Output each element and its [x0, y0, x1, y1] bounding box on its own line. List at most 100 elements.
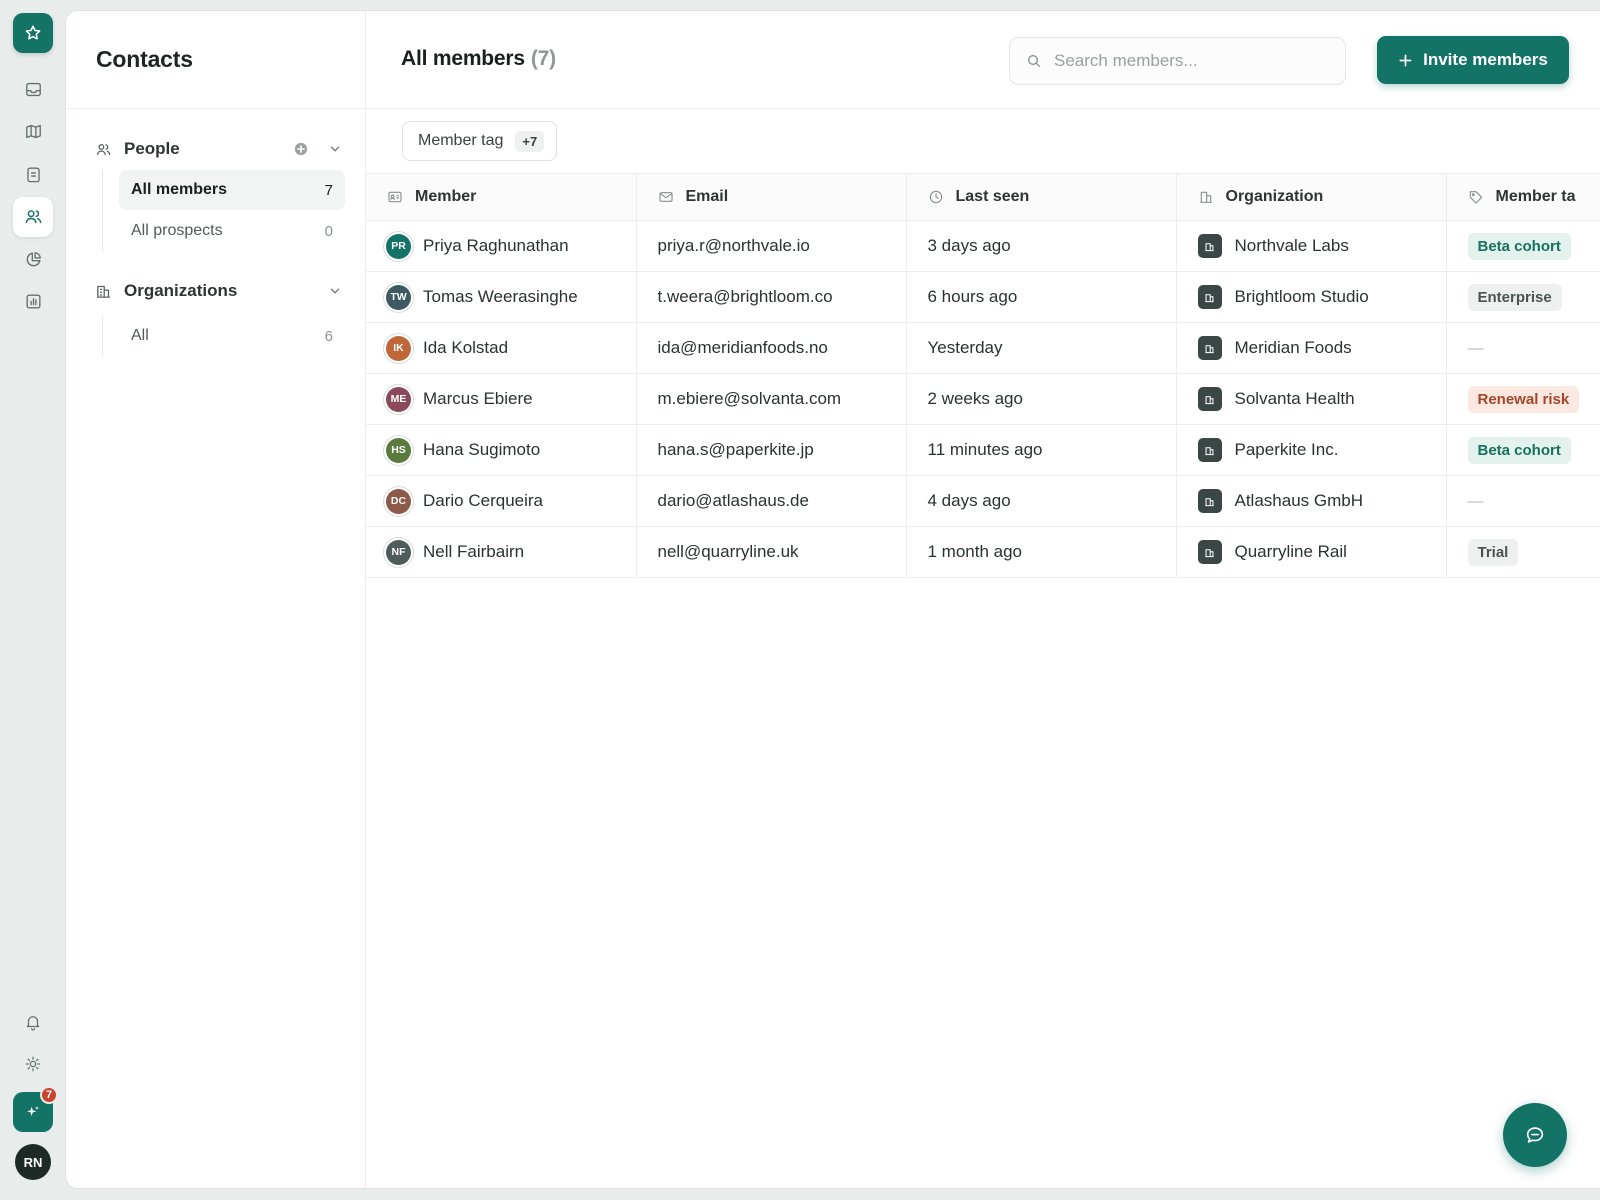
member-name: Nell Fairbairn [423, 542, 525, 561]
building-icon [1199, 191, 1212, 203]
member-tag-badge: Enterprise [1467, 283, 1562, 311]
search-input[interactable] [1054, 51, 1324, 71]
member-cell: HS Hana Sugimoto [366, 424, 637, 476]
building-icon [1197, 438, 1222, 462]
sidebar-item-label: All [131, 327, 149, 344]
organization-name: Paperkite Inc. [1234, 440, 1339, 459]
organizations-section: Organizations All 6 [66, 270, 365, 356]
member-avatar: DC [386, 488, 411, 514]
last-seen-cell: 1 month ago [906, 526, 1177, 578]
rail-reports-button[interactable] [13, 239, 53, 279]
column-header-member[interactable]: Member [366, 173, 637, 221]
member-tag-cell: Trial [1446, 526, 1600, 578]
table-row[interactable]: HS Hana Sugimoto hana.s@paperkite.jp 11 m… [366, 424, 1600, 476]
column-header-email[interactable]: Email [636, 173, 907, 221]
column-header-organization[interactable]: Organization [1176, 173, 1447, 221]
sidebar-item-all-members[interactable]: All members 7 [119, 170, 345, 210]
member-tag-badge: Beta cohort [1467, 232, 1571, 260]
main-card: Contacts People All members 7 All prospe… [66, 11, 1600, 1188]
star-icon [25, 25, 41, 40]
sidebar-item-all-prospects[interactable]: All prospects 0 [119, 211, 345, 251]
sidebar-title: Contacts [96, 46, 193, 72]
bell-icon [26, 1016, 40, 1031]
contacts-sidebar: Contacts People All members 7 All prospe… [66, 11, 366, 1188]
invite-members-button[interactable]: Invite members [1377, 36, 1569, 84]
email-cell: ida@meridianfoods.no [636, 322, 907, 374]
content-header: All members(7) Invite members [366, 11, 1600, 109]
notifications-button[interactable] [17, 1006, 49, 1038]
building-icon [94, 282, 112, 300]
table-row[interactable]: DC Dario Cerqueira dario@atlashaus.de 4 d… [366, 475, 1600, 527]
people-section-header[interactable]: People [94, 128, 345, 170]
add-view-button[interactable] [293, 141, 309, 157]
users-icon [25, 210, 41, 224]
table-header-row: Member Email Last seen Organization Memb… [366, 173, 1600, 221]
email-cell: m.ebiere@solvanta.com [636, 373, 907, 425]
column-header-member-tag[interactable]: Member ta [1446, 173, 1600, 221]
rail-map-button[interactable] [13, 112, 53, 152]
rail-inbox-button[interactable] [13, 69, 53, 109]
email-cell: nell@quarryline.uk [636, 526, 907, 578]
organizations-collapse-button[interactable] [327, 283, 343, 299]
member-name: Dario Cerqueira [423, 491, 543, 510]
member-tag-cell: Beta cohort [1446, 220, 1600, 272]
sidebar-item-count: 7 [324, 181, 333, 199]
pie-chart-icon [26, 251, 41, 266]
organization-name: Meridian Foods [1234, 338, 1352, 357]
member-cell: NF Nell Fairbairn [366, 526, 637, 578]
people-collapse-button[interactable] [327, 141, 343, 157]
building-icon [1197, 489, 1222, 513]
chat-button[interactable] [1503, 1103, 1567, 1167]
last-seen-cell: 4 days ago [906, 475, 1177, 527]
member-tag-badge: — [1467, 493, 1484, 510]
ai-assistant-button[interactable]: 7 [13, 1086, 58, 1132]
organization-name: Brightloom Studio [1234, 287, 1369, 306]
notification-badge: 7 [40, 1086, 58, 1104]
sidebar-item-all-organizations[interactable]: All 6 [119, 316, 345, 356]
column-header-label: Last seen [955, 188, 1030, 205]
members-table-body: PR Priya Raghunathan priya.r@northvale.io… [366, 220, 1600, 578]
building-icon [1197, 540, 1222, 564]
organization-cell: Solvanta Health [1176, 373, 1447, 425]
sidebar-item-count: 0 [324, 222, 333, 240]
members-table: Member Email Last seen Organization Memb… [366, 173, 1600, 578]
user-avatar[interactable]: RN [15, 1144, 51, 1180]
rail-analytics-button[interactable] [13, 282, 53, 322]
member-name: Priya Raghunathan [423, 236, 569, 255]
table-row[interactable]: ME Marcus Ebiere m.ebiere@solvanta.com 2 … [366, 373, 1600, 425]
last-seen-cell: 3 days ago [906, 220, 1177, 272]
organization-cell: Northvale Labs [1176, 220, 1447, 272]
inbox-icon [25, 82, 41, 96]
organizations-section-header[interactable]: Organizations [94, 270, 345, 312]
member-tag-badge: — [1467, 340, 1484, 357]
plus-circle-icon [294, 142, 308, 156]
theme-button[interactable] [17, 1048, 49, 1080]
plus-icon [1399, 54, 1412, 66]
column-header-last-seen[interactable]: Last seen [906, 173, 1177, 221]
search-box[interactable] [1009, 37, 1346, 85]
email-cell: dario@atlashaus.de [636, 475, 907, 527]
filter-chip-more-count: +7 [515, 130, 545, 152]
column-header-label: Member ta [1495, 188, 1576, 205]
table-row[interactable]: NF Nell Fairbairn nell@quarryline.uk 1 mo… [366, 526, 1600, 578]
chat-icon [1526, 1127, 1544, 1143]
rail-contacts-button[interactable] [13, 196, 53, 237]
page-title-count: (7) [530, 47, 556, 70]
chevron-down-icon [330, 288, 340, 294]
building-icon [1197, 387, 1222, 411]
column-header-label: Organization [1225, 188, 1324, 205]
workspace-logo-button[interactable] [13, 13, 53, 53]
rail-tasks-button[interactable] [13, 154, 53, 194]
sparkle-icon [27, 1106, 39, 1116]
email-cell: priya.r@northvale.io [636, 220, 907, 272]
sidebar-header: Contacts [66, 11, 365, 109]
member-cell: PR Priya Raghunathan [366, 220, 637, 272]
organization-cell: Brightloom Studio [1176, 271, 1447, 323]
search-icon [1028, 55, 1040, 67]
organization-name: Quarryline Rail [1234, 542, 1347, 561]
table-row[interactable]: IK Ida Kolstad ida@meridianfoods.no Yeste… [366, 322, 1600, 374]
table-row[interactable]: TW Tomas Weerasinghe t.weera@brightloom.c… [366, 271, 1600, 323]
member-tag-filter-chip[interactable]: Member tag +7 [402, 121, 558, 161]
table-row[interactable]: PR Priya Raghunathan priya.r@northvale.io… [366, 220, 1600, 272]
column-header-label: Email [685, 188, 729, 205]
